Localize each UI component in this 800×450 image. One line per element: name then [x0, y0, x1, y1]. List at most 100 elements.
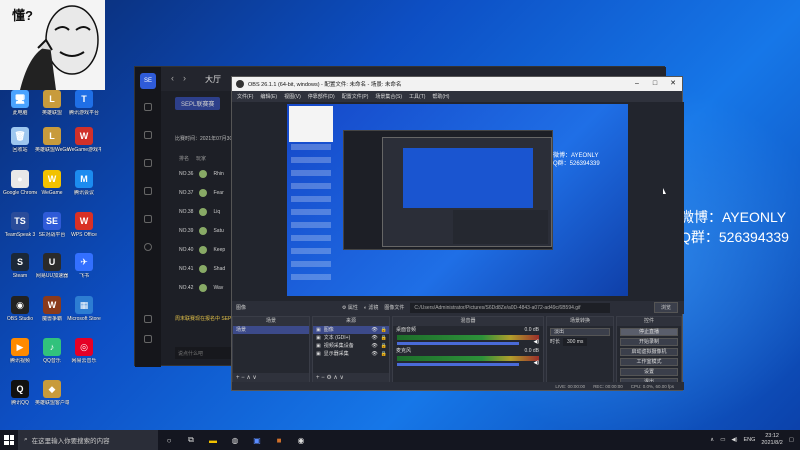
- transition-select[interactable]: 淡出: [550, 328, 610, 336]
- close-icon[interactable]: ✕: [664, 77, 682, 91]
- desktop-icon[interactable]: W 魔兽争霸: [35, 296, 69, 330]
- volume-icon[interactable]: ◀): [731, 437, 737, 443]
- volume-slider[interactable]: ◀): [397, 360, 539, 366]
- network-icon[interactable]: ▭: [720, 437, 725, 443]
- ranking-row[interactable]: NO.37 Fear: [179, 186, 239, 200]
- desktop-icon[interactable]: ✈ 飞书: [67, 253, 101, 287]
- desktop-icon[interactable]: ♪ QQ音乐: [35, 338, 69, 372]
- ranking-row[interactable]: NO.39 Satu: [179, 224, 239, 238]
- control-button[interactable]: 工作室模式: [620, 358, 678, 366]
- desktop-icon-label: TeamSpeak 3: [4, 232, 36, 238]
- source-item[interactable]: ▣ 图像 👁 🔒: [313, 326, 389, 334]
- desktop-icon[interactable]: W WPS Office: [67, 212, 101, 246]
- desktop-icon[interactable]: 🖥 此电脑: [3, 90, 37, 124]
- obs-preview[interactable]: 微博：AYEONLY Q群：526394339: [232, 102, 684, 307]
- desktop-icon[interactable]: TS TeamSpeak 3: [3, 212, 37, 246]
- visibility-icon[interactable]: 👁: [371, 334, 377, 342]
- visibility-icon[interactable]: 👁: [371, 350, 377, 358]
- chat-input[interactable]: 说点什么吧: [175, 347, 235, 359]
- menu-item[interactable]: 工具(T): [409, 93, 425, 100]
- ranking-row[interactable]: NO.40 Keep: [179, 243, 239, 257]
- trophy-icon[interactable]: [144, 131, 152, 139]
- ranking-row[interactable]: NO.36 Rhin: [179, 167, 239, 181]
- desktop-icon[interactable]: L 英雄联盟: [35, 90, 69, 124]
- menu-item[interactable]: 场景集合(S): [375, 93, 402, 100]
- taskbar-search[interactable]: ⌕ 在这里输入你要搜索的内容: [18, 430, 158, 450]
- desktop-icon[interactable]: M 腾讯会议: [67, 170, 101, 204]
- preview-canvas[interactable]: 微博：AYEONLY Q群：526394339: [287, 104, 628, 296]
- visibility-icon[interactable]: 👁: [371, 342, 377, 350]
- menu-item[interactable]: 配置文件(P): [342, 93, 369, 100]
- start-button[interactable]: [0, 430, 18, 450]
- image-path-field[interactable]: C:/Users/Administrator/Pictures/S6Dd8Ze/…: [410, 302, 611, 313]
- properties-button[interactable]: ⚙ 属性: [342, 304, 358, 311]
- obs-taskbar-icon[interactable]: ◉: [290, 430, 312, 450]
- task-view-icon[interactable]: ○: [158, 430, 180, 450]
- visibility-icon[interactable]: 👁: [371, 326, 377, 334]
- tray-chevron-icon[interactable]: ∧: [710, 437, 714, 443]
- desktop-icon[interactable]: ▶ 腾讯视频: [3, 338, 37, 372]
- clock[interactable]: 23:12 2021/8/2: [761, 433, 782, 447]
- desktop-icon[interactable]: T 腾讯游戏平台: [67, 90, 101, 124]
- desktop-icon[interactable]: ◆ 英雄联盟客户端: [35, 380, 69, 414]
- desktop-icon[interactable]: S Steam: [3, 253, 37, 287]
- desktop-icon[interactable]: Q 腾讯QQ: [3, 380, 37, 414]
- source-item[interactable]: ▣ 显示器采集 👁 🔒: [313, 350, 389, 358]
- back-icon[interactable]: ‹: [171, 73, 174, 83]
- desktop-icon[interactable]: 🗑 回收站: [3, 127, 37, 161]
- browse-button[interactable]: 浏览: [653, 302, 678, 313]
- league-tab[interactable]: SEPL联赛赛: [175, 97, 221, 110]
- se-taskbar-icon[interactable]: ▣: [246, 430, 268, 450]
- desktop-icon[interactable]: ▦ Microsoft Store: [67, 296, 101, 330]
- menu-item[interactable]: 文件(F): [237, 93, 253, 100]
- control-button[interactable]: 启动虚拟摄像机: [620, 348, 678, 356]
- lock-icon[interactable]: 🔒: [381, 342, 387, 350]
- desktop-icon[interactable]: SE SE对战平台: [35, 212, 69, 246]
- menu-item[interactable]: 编辑(E): [260, 93, 277, 100]
- file-explorer-icon[interactable]: ▬: [202, 430, 224, 450]
- maximize-icon[interactable]: □: [646, 77, 664, 91]
- speaker-icon[interactable]: ◀): [533, 339, 539, 345]
- wifi-icon[interactable]: [144, 215, 152, 223]
- control-button[interactable]: 开始录制: [620, 338, 678, 346]
- minimize-icon[interactable]: –: [628, 77, 646, 91]
- steam-taskbar-icon[interactable]: ◍: [224, 430, 246, 450]
- desktop-icon[interactable]: W WeGame: [35, 170, 69, 204]
- desktop-icon[interactable]: ● Google Chrome: [3, 170, 37, 204]
- task-switch-icon[interactable]: ⧉: [180, 430, 202, 450]
- scene-item[interactable]: 场景: [233, 326, 309, 334]
- speaker-icon[interactable]: ◀): [533, 360, 539, 366]
- badge-icon[interactable]: [144, 243, 152, 251]
- language-indicator[interactable]: ENG: [743, 437, 755, 443]
- menu-item[interactable]: 视图(V): [284, 93, 301, 100]
- desktop-icon[interactable]: U 网易UU加速器: [35, 253, 69, 287]
- desktop-icon[interactable]: ◉ OBS Studio: [3, 296, 37, 330]
- home-icon[interactable]: [144, 103, 152, 111]
- desktop-icon[interactable]: L 英雄联盟WeGame版: [35, 127, 69, 161]
- volume-slider[interactable]: ◀): [397, 339, 539, 345]
- desktop-icon[interactable]: ◎ 网易云音乐: [67, 338, 101, 372]
- lock-icon[interactable]: 🔒: [381, 350, 387, 358]
- settings-icon[interactable]: [144, 335, 152, 343]
- ranking-row[interactable]: NO.38 Liq: [179, 205, 239, 219]
- menu-item[interactable]: 帮助(H): [432, 93, 449, 100]
- lock-icon[interactable]: 🔒: [381, 334, 387, 342]
- warcraft-taskbar-icon[interactable]: ■: [268, 430, 290, 450]
- search-icon[interactable]: [144, 315, 152, 323]
- ranking-row[interactable]: NO.42 Wav: [179, 281, 239, 295]
- forward-icon[interactable]: ›: [183, 73, 186, 83]
- source-item[interactable]: ▣ 视频采集设备 👁 🔒: [313, 342, 389, 350]
- control-button[interactable]: 停止直播: [620, 328, 678, 336]
- source-item[interactable]: ▣ 文本 (GDI+) 👁 🔒: [313, 334, 389, 342]
- filters-button[interactable]: ◐ 滤镜: [364, 304, 378, 311]
- menu-item[interactable]: 停靠部件(D): [308, 93, 335, 100]
- desktop-icon[interactable]: W WeGame游戏平台: [67, 127, 101, 161]
- obs-window[interactable]: OBS 26.1.1 (64-bit, windows) - 配置文件: 未命名…: [231, 76, 684, 391]
- grid-icon[interactable]: [144, 159, 152, 167]
- control-button[interactable]: 设置: [620, 368, 678, 376]
- user-icon[interactable]: [144, 187, 152, 195]
- notification-icon[interactable]: ▢: [789, 437, 794, 443]
- duration-input[interactable]: 300 ms: [563, 338, 588, 346]
- ranking-row[interactable]: NO.41 Shad: [179, 262, 239, 276]
- lock-icon[interactable]: 🔒: [381, 326, 387, 334]
